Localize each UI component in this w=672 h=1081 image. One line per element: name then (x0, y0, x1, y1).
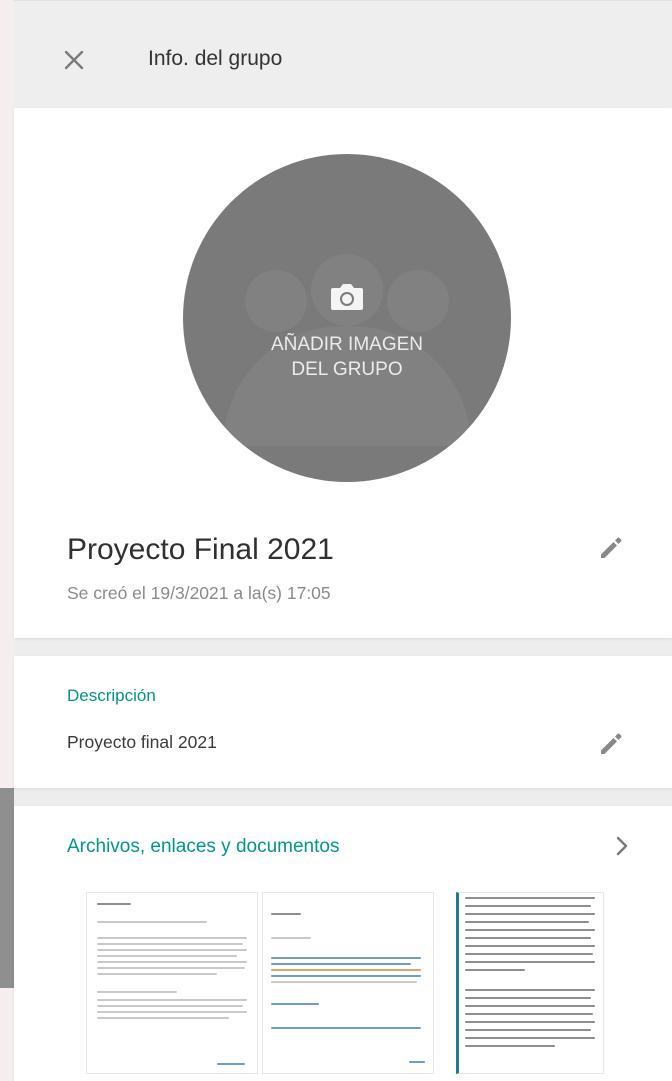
close-button[interactable] (58, 44, 90, 76)
group-profile-card: AÑADIR IMAGEN DEL GRUPO Proyecto Final 2… (14, 108, 672, 638)
group-name: Proyecto Final 2021 (67, 533, 334, 566)
edit-group-name-pencil-icon[interactable] (598, 535, 624, 561)
add-group-image-label: AÑADIR IMAGEN DEL GRUPO (183, 332, 511, 382)
group-created-date: Se creó el 19/3/2021 a la(s) 17:05 (67, 583, 331, 603)
group-avatar-button[interactable]: AÑADIR IMAGEN DEL GRUPO (183, 154, 511, 482)
edit-description-pencil-icon[interactable] (598, 731, 624, 757)
panel-header: Info. del grupo (14, 0, 672, 108)
description-card: Descripción Proyecto final 2021 (14, 656, 672, 788)
document-thumbnail[interactable] (262, 892, 434, 1074)
document-thumbnail[interactable] (86, 892, 258, 1074)
panel-title: Info. del grupo (148, 47, 283, 70)
group-info-panel: Info. del grupo AÑADIR IMAGEN DEL GRUPO … (14, 0, 672, 1081)
description-title: Descripción (67, 686, 156, 705)
background-chat-shadow (0, 788, 14, 988)
add-group-image-label-line2: DEL GRUPO (291, 359, 403, 380)
media-thumbnails (86, 892, 604, 1074)
close-icon (64, 50, 84, 70)
files-links-docs-card: Archivos, enlaces y documentos (14, 806, 672, 1081)
add-group-image-label-line1: AÑADIR IMAGEN (270, 334, 424, 355)
avatar-placeholder-person (387, 270, 449, 332)
background-chat-edge (0, 0, 14, 1081)
avatar-placeholder-person (245, 270, 307, 332)
camera-icon (331, 284, 363, 310)
files-links-docs-title[interactable]: Archivos, enlaces y documentos (67, 836, 339, 858)
document-thumbnail[interactable] (456, 892, 604, 1074)
description-text: Proyecto final 2021 (67, 732, 217, 752)
chevron-right-icon[interactable] (610, 832, 634, 860)
